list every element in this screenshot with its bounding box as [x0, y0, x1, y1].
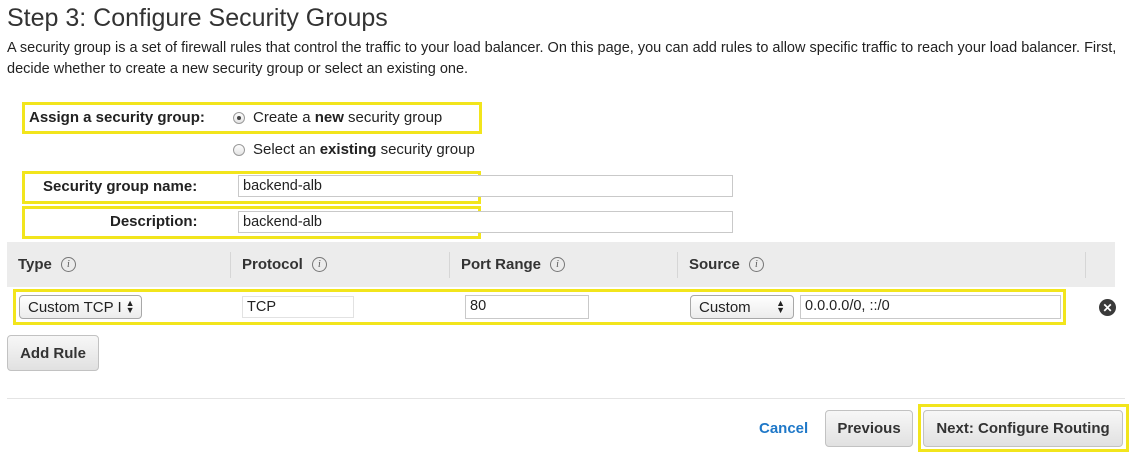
next-configure-routing-button[interactable]: Next: Configure Routing	[923, 410, 1123, 447]
source-select-value: Custom	[699, 298, 751, 316]
source-select[interactable]: Custom ▲ ▼	[690, 295, 794, 319]
type-select[interactable]: Custom TCP I ▲ ▼	[19, 295, 142, 319]
column-divider	[1085, 252, 1086, 278]
radio-label-existing: Select an existing security group	[253, 141, 475, 158]
updown-arrows-icon: ▲ ▼	[125, 298, 135, 315]
radio-create-new[interactable]: Create a new security group	[233, 109, 442, 126]
column-header-port-range: Port Range i	[461, 256, 566, 273]
assign-label: Assign a security group:	[29, 109, 205, 126]
column-divider	[449, 252, 450, 278]
description-label: Description:	[110, 213, 198, 230]
radio-button-checked[interactable]	[233, 111, 245, 124]
column-divider	[677, 252, 678, 278]
security-group-name-label: Security group name:	[43, 178, 198, 195]
info-icon[interactable]: i	[748, 257, 764, 272]
info-icon[interactable]: i	[60, 257, 76, 272]
column-divider	[230, 252, 231, 278]
page-title: Step 3: Configure Security Groups	[7, 4, 388, 32]
info-icon[interactable]: i	[311, 257, 327, 272]
column-header-type: Type i	[18, 256, 76, 273]
source-cidr-input[interactable]: 0.0.0.0/0, ::/0	[800, 295, 1061, 319]
protocol-field: TCP	[242, 296, 354, 318]
type-select-value: Custom TCP I	[28, 298, 122, 316]
page-description: A security group is a set of firewall ru…	[7, 40, 1117, 77]
port-range-input[interactable]: 80	[465, 295, 589, 319]
cancel-link[interactable]: Cancel	[759, 420, 808, 437]
add-rule-button[interactable]: Add Rule	[7, 335, 99, 371]
description-input[interactable]: backend-alb	[238, 211, 733, 233]
radio-button-unchecked[interactable]	[233, 143, 245, 156]
updown-arrows-icon: ▲ ▼	[776, 298, 785, 315]
footer-divider	[7, 398, 1125, 399]
security-group-name-input[interactable]: backend-alb	[238, 175, 733, 197]
radio-select-existing[interactable]: Select an existing security group	[233, 141, 475, 158]
radio-label-new: Create a new security group	[253, 109, 443, 126]
previous-button[interactable]: Previous	[825, 410, 913, 447]
remove-rule-icon[interactable]: ✕	[1099, 299, 1116, 316]
column-header-source: Source i	[689, 256, 764, 273]
column-header-protocol: Protocol i	[242, 256, 327, 273]
info-icon[interactable]: i	[550, 257, 566, 272]
